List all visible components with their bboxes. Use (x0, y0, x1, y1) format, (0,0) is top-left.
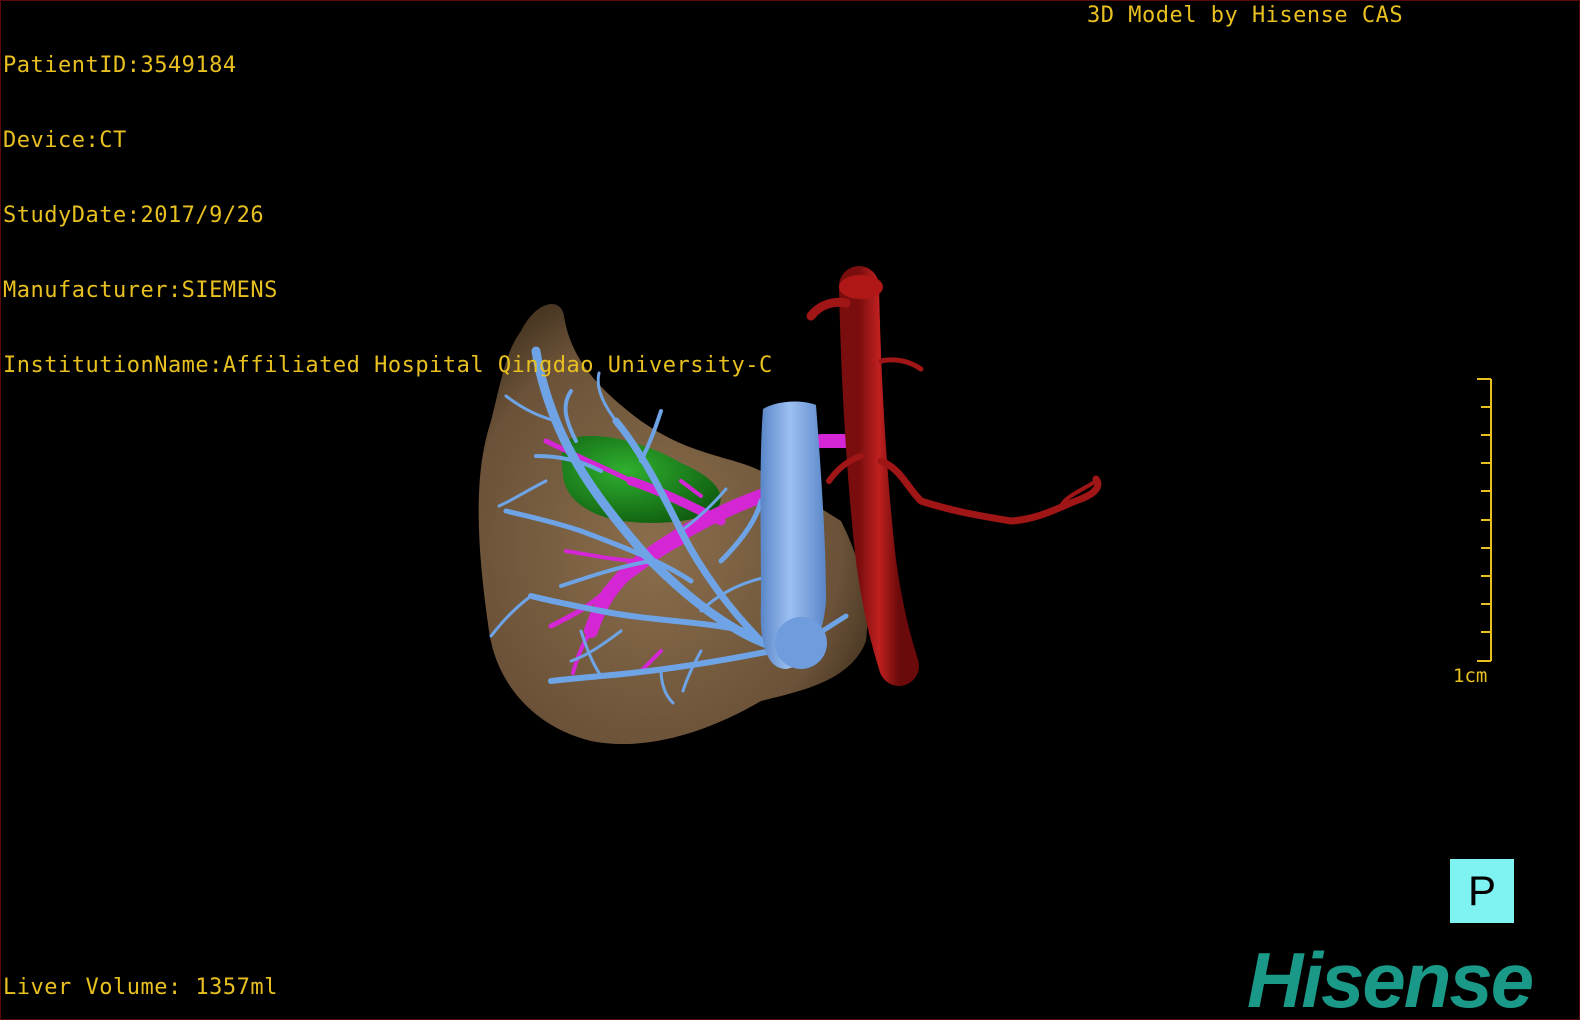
device: Device:CT (3, 128, 127, 153)
hisense-logo: Hisense (1247, 936, 1534, 1020)
liver-volume: Liver Volume: 1357ml (3, 975, 278, 1000)
model-credit: 3D Model by Hisense CAS (1087, 3, 1404, 28)
study-date: StudyDate:2017/9/26 (3, 203, 265, 228)
patient-id: PatientID:3549184 (3, 53, 237, 78)
scale-bar (1477, 378, 1492, 662)
institution-name: InstitutionName:Affiliated Hospital Qing… (3, 353, 773, 378)
ivc-stump (775, 617, 827, 669)
scale-bar-label: 1cm (1453, 665, 1488, 687)
orientation-button[interactable]: P (1450, 859, 1514, 923)
3d-viewport[interactable]: PatientID:3549184 Device:CT StudyDate:20… (0, 0, 1580, 1020)
dicom-info-block: PatientID:3549184 Device:CT StudyDate:20… (3, 3, 773, 428)
manufacturer: Manufacturer:SIEMENS (3, 278, 278, 303)
